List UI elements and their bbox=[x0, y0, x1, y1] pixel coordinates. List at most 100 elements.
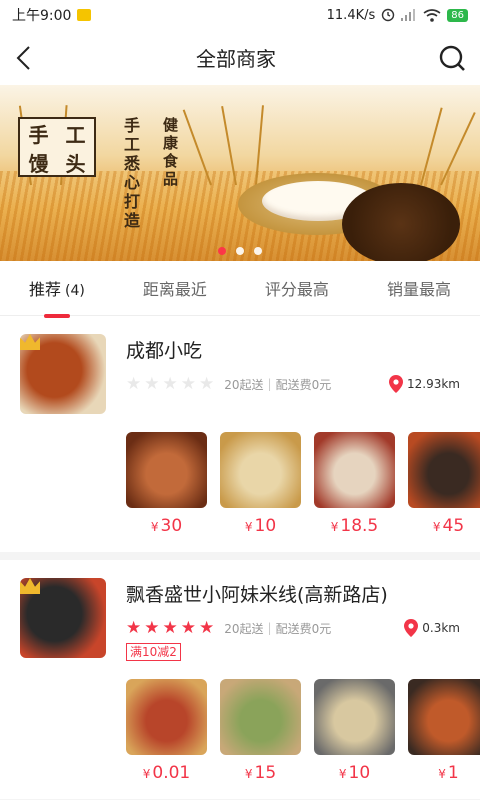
shop-card[interactable]: 飘香盛世小阿妹米线(高新路店) ★ ★ ★ ★ ★ 20起送 | 配送费0元 0.3km 满10减2… bbox=[0, 560, 480, 800]
carousel-dot[interactable] bbox=[254, 247, 262, 255]
banner-logo: 手 工 馒 头 bbox=[18, 117, 96, 177]
banner-slogan: 手工悉心打造 bbox=[121, 117, 140, 231]
logo-char: 手 bbox=[28, 123, 49, 147]
star-icon: ★ bbox=[180, 617, 196, 638]
tab-1[interactable]: 距离最近 bbox=[139, 270, 211, 306]
logo-char: 头 bbox=[65, 152, 86, 176]
star-icon: ★ bbox=[126, 373, 142, 394]
star-icon: ★ bbox=[199, 617, 215, 638]
dish-item[interactable]: ¥10 bbox=[220, 432, 301, 536]
dish-price: ¥18.5 bbox=[330, 516, 379, 536]
distance-text: 0.3km bbox=[422, 621, 460, 635]
dish-item[interactable]: ¥10 bbox=[314, 679, 395, 783]
min-order: 20起送 bbox=[224, 621, 264, 636]
star-icon: ★ bbox=[180, 373, 196, 394]
currency-symbol: ¥ bbox=[150, 520, 159, 534]
distance-text: 12.93km bbox=[407, 377, 460, 391]
dish-image[interactable] bbox=[126, 432, 207, 508]
carousel-dot[interactable] bbox=[218, 247, 226, 255]
dish-price: ¥0.01 bbox=[142, 763, 191, 783]
notification-icon bbox=[77, 9, 92, 21]
status-bar: 上午9:00 11.4K/s 86 bbox=[0, 0, 480, 30]
dish-image[interactable] bbox=[408, 679, 480, 755]
distance: 0.3km bbox=[404, 619, 460, 637]
promo-banner[interactable]: 手 工 馒 头 手工悉心打造 健康食品 bbox=[0, 85, 480, 261]
shop-name[interactable]: 飘香盛世小阿妹米线(高新路店) bbox=[126, 580, 460, 607]
signal-icon bbox=[401, 9, 416, 21]
currency-symbol: ¥ bbox=[338, 767, 347, 781]
dish-price: ¥10 bbox=[244, 516, 277, 536]
distance: 12.93km bbox=[389, 375, 460, 393]
tab-2[interactable]: 评分最高 bbox=[261, 270, 333, 306]
meta-divider: | bbox=[267, 621, 272, 635]
delivery-fee: 配送费0元 bbox=[275, 621, 332, 636]
promo-badge: 满10减2 bbox=[126, 643, 181, 661]
banner-subslogan: 健康食品 bbox=[161, 117, 179, 189]
dish-image[interactable] bbox=[220, 432, 301, 508]
network-speed: 11.4K/s bbox=[326, 7, 376, 23]
page-title: 全部商家 bbox=[196, 47, 276, 71]
dish-image[interactable] bbox=[314, 679, 395, 755]
min-order: 20起送 bbox=[224, 377, 264, 392]
location-pin-icon bbox=[389, 375, 403, 393]
dish-row: ¥0.01 ¥15 ¥10 ¥1 bbox=[0, 661, 480, 799]
shop-list: 成都小吃 ★ ★ ★ ★ ★ 20起送 | 配送费0元 12.93km ¥30 ¥10 ¥18.5 ¥45… bbox=[0, 316, 480, 800]
tab-0[interactable]: 推荐 (4) bbox=[25, 270, 89, 306]
shop-name[interactable]: 成都小吃 bbox=[126, 336, 460, 363]
dish-image[interactable] bbox=[408, 432, 480, 508]
dish-row: ¥30 ¥10 ¥18.5 ¥45 bbox=[0, 414, 480, 552]
dish-item[interactable]: ¥0.01 bbox=[126, 679, 207, 783]
currency-symbol: ¥ bbox=[432, 520, 441, 534]
currency-symbol: ¥ bbox=[438, 767, 446, 781]
dish-image[interactable] bbox=[314, 432, 395, 508]
carousel-indicator bbox=[0, 247, 480, 255]
logo-char: 工 bbox=[65, 123, 86, 147]
dish-price: ¥1 bbox=[438, 763, 459, 783]
shop-thumbnail[interactable] bbox=[20, 334, 106, 414]
dish-image[interactable] bbox=[126, 679, 207, 755]
nav-bar: 全部商家 bbox=[0, 30, 480, 85]
dish-price: ¥10 bbox=[338, 763, 371, 783]
dish-item[interactable]: ¥30 bbox=[126, 432, 207, 536]
dish-price: ¥30 bbox=[150, 516, 183, 536]
currency-symbol: ¥ bbox=[244, 767, 253, 781]
dish-image[interactable] bbox=[220, 679, 301, 755]
star-icon: ★ bbox=[144, 617, 160, 638]
currency-symbol: ¥ bbox=[330, 520, 339, 534]
meta-divider: | bbox=[267, 377, 272, 391]
rating-stars: ★ ★ ★ ★ ★ bbox=[126, 617, 215, 638]
alarm-icon bbox=[382, 8, 395, 22]
back-arrow-icon[interactable] bbox=[14, 45, 34, 71]
dish-item[interactable]: ¥1 bbox=[408, 679, 480, 783]
logo-char: 馒 bbox=[28, 152, 49, 176]
star-icon: ★ bbox=[199, 373, 215, 394]
carousel-dot[interactable] bbox=[236, 247, 244, 255]
crown-icon bbox=[20, 334, 40, 350]
search-icon[interactable] bbox=[438, 44, 466, 72]
tab-label: 距离最近 bbox=[142, 280, 207, 299]
dish-item[interactable]: ¥18.5 bbox=[314, 432, 395, 536]
tab-3[interactable]: 销量最高 bbox=[383, 270, 455, 306]
star-icon: ★ bbox=[126, 617, 142, 638]
tab-count: (4) bbox=[65, 283, 85, 299]
currency-symbol: ¥ bbox=[244, 520, 253, 534]
wifi-icon bbox=[423, 8, 441, 22]
star-icon: ★ bbox=[144, 373, 160, 394]
dish-item[interactable]: ¥45 bbox=[408, 432, 480, 536]
crown-icon bbox=[20, 578, 40, 594]
dish-price: ¥15 bbox=[244, 763, 277, 783]
location-pin-icon bbox=[404, 619, 419, 637]
shop-thumbnail[interactable] bbox=[20, 578, 106, 658]
dish-price: ¥45 bbox=[432, 516, 465, 536]
sort-tabs: 推荐 (4) 距离最近 评分最高 销量最高 bbox=[0, 261, 480, 316]
tab-label: 评分最高 bbox=[264, 280, 329, 299]
tab-label: 推荐 bbox=[29, 280, 62, 299]
status-time: 上午9:00 bbox=[12, 8, 72, 24]
shop-card[interactable]: 成都小吃 ★ ★ ★ ★ ★ 20起送 | 配送费0元 12.93km ¥30 ¥10 ¥18.5 ¥45 bbox=[0, 316, 480, 560]
delivery-fee: 配送费0元 bbox=[275, 377, 332, 392]
star-icon: ★ bbox=[162, 373, 178, 394]
battery-indicator: 86 bbox=[447, 8, 468, 22]
dish-item[interactable]: ¥15 bbox=[220, 679, 301, 783]
tab-label: 销量最高 bbox=[386, 280, 451, 299]
star-icon: ★ bbox=[162, 617, 178, 638]
